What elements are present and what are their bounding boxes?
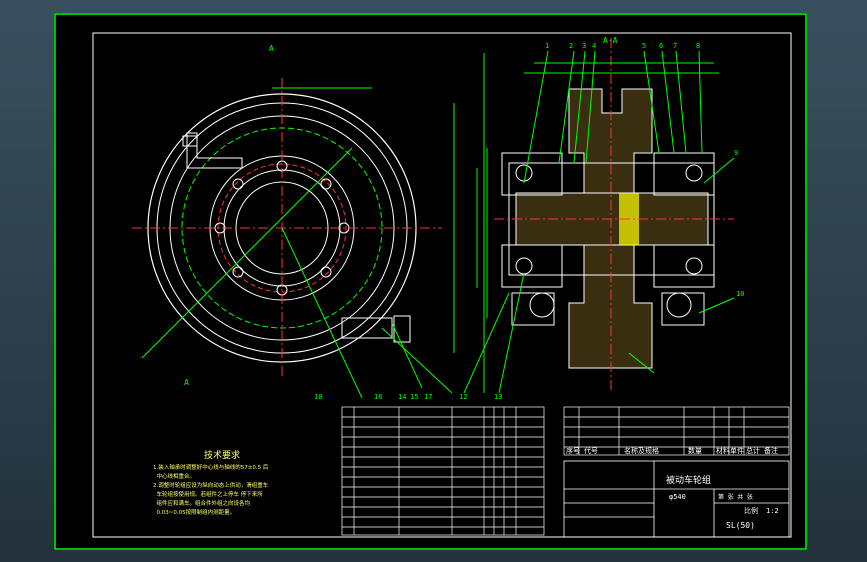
svg-text:16: 16	[374, 393, 382, 401]
svg-text:2: 2	[569, 42, 573, 50]
scale-label: 比例	[744, 506, 758, 515]
drawing-code: SL(50)	[726, 521, 755, 530]
notes-line: 1.装入轴承时调整好中心线与轴线的57±0.5 后	[153, 465, 269, 471]
notes-title: 技术要求	[203, 451, 240, 461]
sheet-label: 第 张 共 张	[718, 493, 753, 501]
svg-text:5: 5	[642, 42, 646, 50]
view-label-bottom: A	[184, 378, 189, 387]
svg-text:代号: 代号	[584, 446, 598, 455]
svg-text:4: 4	[592, 42, 596, 50]
svg-text:15: 15	[410, 393, 418, 401]
svg-text:13: 13	[494, 393, 502, 401]
svg-text:3: 3	[582, 42, 586, 50]
svg-text:备注: 备注	[764, 446, 778, 455]
svg-text:单件: 单件	[730, 446, 744, 455]
svg-text:18: 18	[314, 393, 322, 401]
svg-text:9: 9	[734, 149, 738, 157]
view-label: A	[269, 44, 274, 53]
notes-line: 0.03~0.05按限制组内测距量。	[153, 510, 236, 516]
notes-line: 组件应和满车。组合件外组之向设各均	[153, 501, 250, 507]
svg-text:17: 17	[424, 393, 432, 401]
side-view	[132, 78, 488, 399]
notes-line: 中心线相重合。	[153, 474, 195, 480]
svg-text:10: 10	[736, 290, 744, 298]
technical-notes: 技术要求 1.装入轴承时调整好中心线与轴线的57±0.5 后 中心线相重合。 2…	[153, 448, 291, 518]
section-label: A-A	[603, 36, 618, 45]
svg-text:材料: 材料	[716, 446, 730, 455]
spec: φ540	[669, 493, 686, 501]
svg-text:1: 1	[545, 42, 549, 50]
svg-text:名称及规格: 名称及规格	[624, 446, 659, 455]
svg-text:7: 7	[673, 42, 677, 50]
svg-text:14: 14	[398, 393, 406, 401]
svg-text:8: 8	[696, 42, 700, 50]
svg-text:序号: 序号	[566, 446, 580, 455]
bom-table-left	[341, 406, 545, 536]
svg-text:数量: 数量	[688, 446, 702, 455]
svg-text:12: 12	[459, 393, 467, 401]
svg-text:6: 6	[659, 42, 663, 50]
scale-value: 1:2	[766, 507, 779, 515]
notes-line: 2.调整时轮组应设为纵向动态上供动，滑组重车	[153, 483, 269, 489]
section-view: A-A	[453, 36, 735, 394]
drawing-name: 被动车轮组	[666, 474, 711, 486]
svg-text:总计: 总计	[746, 446, 760, 455]
notes-line: 车轮组按使用规。若组件之上停车 停下来所	[153, 492, 263, 498]
